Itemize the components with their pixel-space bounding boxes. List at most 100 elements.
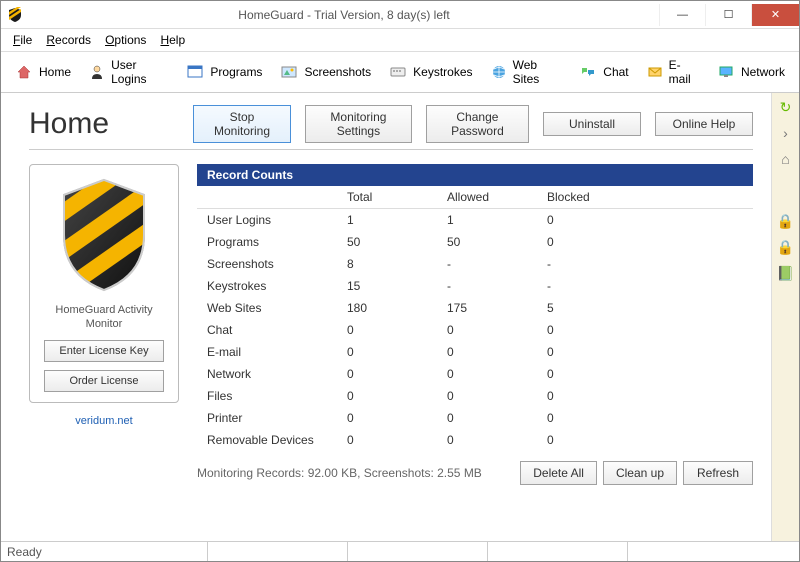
- table-row: Keystrokes15--: [197, 275, 753, 297]
- main: Home Stop Monitoring Monitoring Settings…: [1, 93, 799, 541]
- globe-icon: [491, 63, 507, 81]
- menubar: File Records Options Help: [1, 29, 799, 52]
- online-help-button[interactable]: Online Help: [655, 112, 753, 136]
- cell-name: Files: [207, 389, 347, 403]
- close-button[interactable]: ✕: [751, 4, 799, 26]
- status-cell: [487, 542, 627, 561]
- table-row: User Logins110: [197, 209, 753, 231]
- toolbar-home[interactable]: Home: [7, 59, 79, 85]
- cell-total: 50: [347, 235, 447, 249]
- menu-records[interactable]: Records: [40, 31, 97, 49]
- cell-allowed: 0: [447, 323, 547, 337]
- toolbar-network[interactable]: Network: [709, 59, 793, 85]
- monitor-icon: [717, 63, 735, 81]
- cell-allowed: 0: [447, 411, 547, 425]
- toolbar-screenshots[interactable]: Screenshots: [272, 59, 379, 85]
- toolbar-email-label: E-mail: [669, 58, 699, 86]
- cell-allowed: 0: [447, 389, 547, 403]
- header-row: Home Stop Monitoring Monitoring Settings…: [29, 105, 753, 143]
- app-icon: [1, 1, 29, 29]
- user-icon: [89, 63, 105, 81]
- picture-icon: [280, 63, 298, 81]
- toolbar-chat-label: Chat: [603, 65, 628, 79]
- status-cell: [207, 542, 347, 561]
- status-ready: Ready: [7, 545, 207, 559]
- refresh-icon[interactable]: ↻: [776, 97, 796, 117]
- divider: [29, 149, 753, 150]
- delete-all-button[interactable]: Delete All: [520, 461, 597, 485]
- clean-up-button[interactable]: Clean up: [603, 461, 677, 485]
- enter-license-button[interactable]: Enter License Key: [44, 340, 164, 362]
- chevron-right-icon[interactable]: ›: [776, 123, 796, 143]
- left-panel: HomeGuard Activity Monitor Enter License…: [29, 164, 179, 485]
- change-password-button[interactable]: Change Password: [426, 105, 529, 143]
- window-icon: [186, 63, 204, 81]
- cell-name: Chat: [207, 323, 347, 337]
- cell-total: 0: [347, 367, 447, 381]
- menu-options[interactable]: Options: [99, 31, 152, 49]
- toolbar-chat[interactable]: Chat: [571, 59, 636, 85]
- cell-total: 1: [347, 213, 447, 227]
- table-row: Network000: [197, 363, 753, 385]
- toolbar-screenshots-label: Screenshots: [304, 65, 371, 79]
- col-name: [207, 190, 347, 204]
- table-header-row: Total Allowed Blocked: [197, 186, 753, 209]
- toolbar-home-label: Home: [39, 65, 71, 79]
- menu-file[interactable]: File: [7, 31, 38, 49]
- cell-name: Keystrokes: [207, 279, 347, 293]
- statusbar: Ready: [1, 541, 799, 561]
- uninstall-button[interactable]: Uninstall: [543, 112, 641, 136]
- toolbar-programs[interactable]: Programs: [178, 59, 270, 85]
- home-small-icon[interactable]: ⌂: [776, 149, 796, 169]
- cell-allowed: -: [447, 257, 547, 271]
- toolbar-websites[interactable]: Web Sites: [483, 54, 570, 90]
- refresh-button[interactable]: Refresh: [683, 461, 753, 485]
- cell-blocked: 0: [547, 433, 647, 447]
- toolbar-websites-label: Web Sites: [513, 58, 562, 86]
- menu-help[interactable]: Help: [154, 31, 191, 49]
- stop-monitoring-button[interactable]: Stop Monitoring: [193, 105, 291, 143]
- table-row: Printer000: [197, 407, 753, 429]
- cell-blocked: -: [547, 257, 647, 271]
- cell-blocked: 0: [547, 345, 647, 359]
- table-row: Screenshots8--: [197, 253, 753, 275]
- cell-allowed: 0: [447, 345, 547, 359]
- cell-total: 0: [347, 433, 447, 447]
- monitoring-settings-button[interactable]: Monitoring Settings: [305, 105, 412, 143]
- status-cell: [347, 542, 487, 561]
- maximize-button[interactable]: ☐: [705, 4, 751, 26]
- toolbar-network-label: Network: [741, 65, 785, 79]
- minimize-button[interactable]: —: [659, 4, 705, 26]
- cell-total: 8: [347, 257, 447, 271]
- cell-name: Removable Devices: [207, 433, 347, 447]
- window-controls: — ☐ ✕: [659, 4, 799, 26]
- cell-total: 15: [347, 279, 447, 293]
- cell-blocked: 0: [547, 235, 647, 249]
- cell-total: 0: [347, 345, 447, 359]
- lock-icon[interactable]: 🔒: [776, 211, 796, 231]
- monitoring-summary: Monitoring Records: 92.00 KB, Screenshot…: [197, 466, 482, 480]
- cell-total: 180: [347, 301, 447, 315]
- toolbar-keystrokes-label: Keystrokes: [413, 65, 472, 79]
- content: Home Stop Monitoring Monitoring Settings…: [1, 93, 771, 541]
- vendor-link[interactable]: veridum.net: [75, 415, 132, 427]
- product-caption: HomeGuard Activity Monitor: [38, 303, 170, 332]
- lock-icon[interactable]: 🔒: [776, 237, 796, 257]
- chat-icon: [579, 63, 597, 81]
- table-row: Files000: [197, 385, 753, 407]
- footer-line: Monitoring Records: 92.00 KB, Screenshot…: [197, 461, 753, 485]
- order-license-button[interactable]: Order License: [44, 370, 164, 392]
- cell-blocked: -: [547, 279, 647, 293]
- cell-blocked: 0: [547, 389, 647, 403]
- mail-icon: [647, 63, 663, 81]
- toolbar-keystrokes[interactable]: Keystrokes: [381, 59, 480, 85]
- table-row: Web Sites1801755: [197, 297, 753, 319]
- cell-allowed: 0: [447, 367, 547, 381]
- book-icon[interactable]: 📗: [776, 263, 796, 283]
- table-title: Record Counts: [197, 164, 753, 186]
- table-row: Removable Devices000: [197, 429, 753, 451]
- toolbar: Home User Logins Programs Screenshots Ke…: [1, 52, 799, 93]
- toolbar-userlogins[interactable]: User Logins: [81, 54, 176, 90]
- toolbar-email[interactable]: E-mail: [639, 54, 707, 90]
- col-blocked: Blocked: [547, 190, 647, 204]
